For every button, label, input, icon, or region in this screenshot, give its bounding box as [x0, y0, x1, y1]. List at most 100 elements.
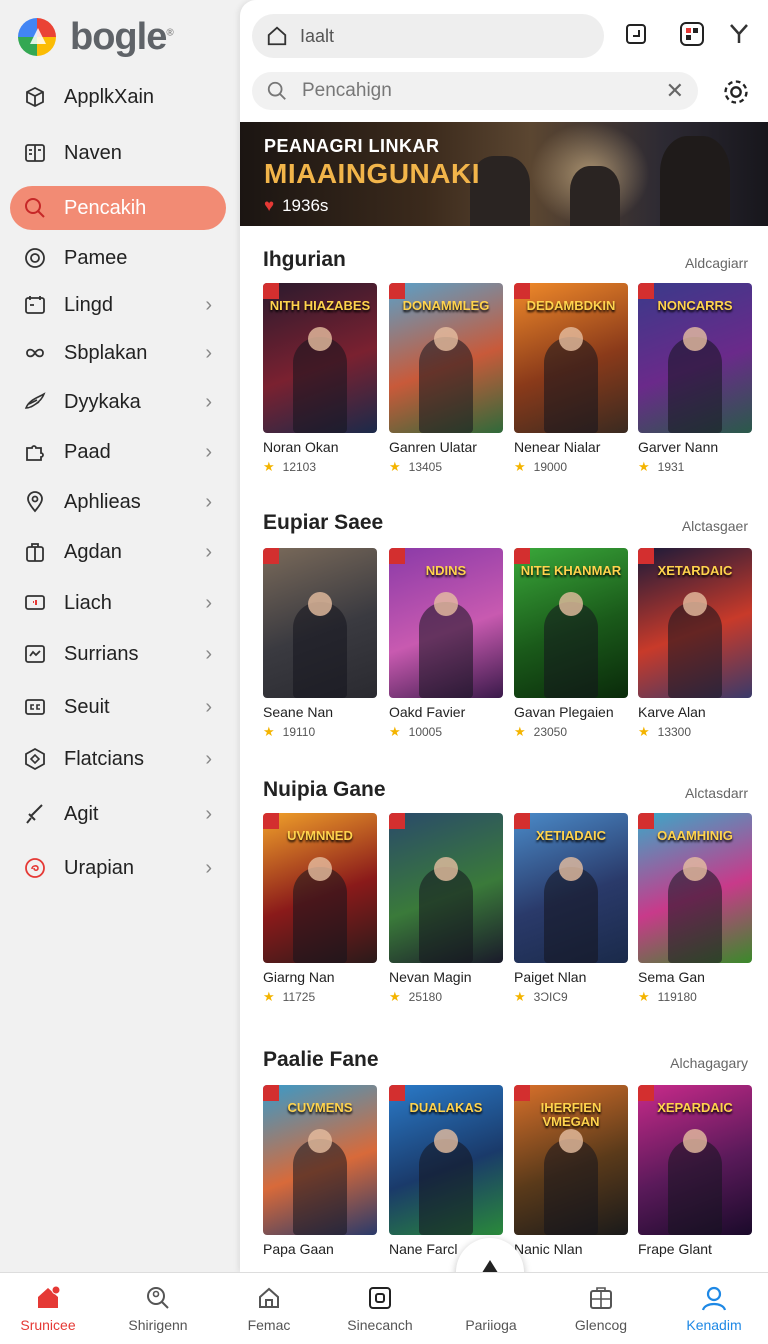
chevron-right-icon: › — [205, 747, 212, 770]
game-card[interactable]: NITH HIAZABES Noran Okan ★ 12103 — [263, 283, 377, 475]
sidebar-item[interactable]: Pamee — [10, 236, 226, 280]
game-card[interactable]: DEDAMBDKIN Nenear Nialar ★ 19000 — [514, 283, 628, 475]
cover-title: IHERFIEN VMEGAN — [540, 1100, 602, 1130]
section-see-all-link[interactable]: Alctasdarr — [685, 785, 748, 801]
game-cover-image — [263, 548, 377, 698]
filter-funnel-icon[interactable] — [725, 20, 753, 48]
nav-item[interactable]: Femac — [214, 1285, 324, 1333]
game-card[interactable]: NONCARRS Garver Nann ★ 1931 — [638, 283, 752, 475]
banner-subtitle: PEANAGRI LINKAR — [264, 136, 440, 156]
star-icon: ★ — [263, 989, 275, 1004]
game-rating: ★ 25180 — [389, 989, 503, 1005]
game-card[interactable]: DONAMMLEG Ganren Ulatar ★ 13405 — [389, 283, 503, 475]
section-see-all-link[interactable]: Aldcagiarr — [685, 255, 748, 271]
sidebar-item[interactable]: Sbplakan › — [10, 331, 226, 375]
cover-hero-figure — [419, 867, 473, 963]
cover-corner-badge — [514, 283, 530, 299]
chart-card-icon — [22, 641, 48, 667]
cover-corner-badge — [638, 813, 654, 829]
sidebar-item[interactable]: Naven — [10, 131, 226, 175]
search-bar[interactable]: Pencahign ✕ — [252, 72, 698, 110]
app-grid-icon[interactable] — [678, 20, 706, 48]
cover-corner-badge — [389, 813, 405, 829]
cover-corner-badge — [514, 1085, 530, 1101]
cover-hero-figure — [544, 867, 598, 963]
featured-banner[interactable]: PEANAGRI LINKAR MIAAINGUNAKI ♥ 1936s — [240, 122, 768, 226]
cover-hero-head — [308, 857, 332, 881]
game-card[interactable]: IHERFIEN VMEGAN Nanic Nlan — [514, 1085, 628, 1257]
game-card[interactable]: XEPARDAIC Frape Glant — [638, 1085, 752, 1257]
sidebar-item[interactable]: Agit › — [10, 792, 226, 836]
sidebar-item[interactable]: Liach › — [10, 581, 226, 625]
cover-hero-head — [434, 327, 458, 351]
sidebar-item[interactable]: Paad › — [10, 430, 226, 474]
nav-item[interactable]: Glencog — [546, 1285, 656, 1333]
sidebar-item[interactable]: Lingd › — [10, 283, 226, 327]
sidebar-item[interactable]: Pencakih — [10, 186, 226, 230]
clear-icon[interactable]: ✕ — [666, 78, 684, 104]
bottom-nav: Srunicee Shirigenn Femac Sinecanch Pariioga G… — [0, 1272, 768, 1344]
sidebar-item[interactable]: Flatcians › — [10, 737, 226, 781]
game-name: Seane Nan — [263, 704, 334, 720]
nav-item-label: Kenadim — [686, 1317, 742, 1333]
star-icon: ★ — [514, 989, 526, 1004]
section-see-all-link[interactable]: Alctasgaer — [682, 518, 748, 534]
rating-value: 13405 — [408, 460, 443, 474]
sidebar-item[interactable]: ApplkXain — [10, 75, 226, 119]
address-bar[interactable]: Iaalt — [252, 14, 604, 58]
cover-hero-figure — [668, 337, 722, 433]
game-card[interactable]: OAAMHINIG Sema Gan ★ 119180 — [638, 813, 752, 1005]
nav-item[interactable]: Sinecanch — [325, 1285, 435, 1333]
game-name: Garver Nann — [638, 439, 719, 455]
game-cover-image: CUVMENS — [263, 1085, 377, 1235]
nav-item[interactable]: Pariioga — [436, 1285, 546, 1333]
game-card[interactable]: Seane Nan ★ 19110 — [263, 548, 377, 740]
nav-item[interactable]: Shirigenn — [103, 1285, 213, 1333]
gear-icon[interactable] — [722, 78, 750, 106]
sidebar-item-label: Liach — [64, 591, 112, 614]
game-cover-image: DEDAMBDKIN — [514, 283, 628, 433]
cover-hero-figure — [293, 337, 347, 433]
sidebar-item-label: Agit — [64, 802, 99, 825]
section-title: Ihgurian — [263, 248, 346, 271]
rating-value: 10005 — [408, 725, 443, 739]
game-card[interactable]: UVMNNED Giarng Nan ★ 11725 — [263, 813, 377, 1005]
search-input[interactable]: Pencahign — [302, 80, 392, 102]
cover-hero-head — [683, 327, 707, 351]
cover-title: XEPARDAIC — [657, 1100, 733, 1115]
cover-corner-badge — [638, 1085, 654, 1101]
sidebar-item[interactable]: Urapian › — [10, 846, 226, 890]
game-card[interactable]: XETIADAIC Paiget Nlan ★ 3ƆIC9 — [514, 813, 628, 1005]
logo-icon — [18, 18, 56, 56]
sidebar-item[interactable]: Seuit › — [10, 685, 226, 729]
logo[interactable]: bogle® — [18, 15, 174, 58]
nav-item[interactable]: Kenadim — [659, 1285, 768, 1333]
game-card[interactable]: Nevan Magin ★ 25180 — [389, 813, 503, 1005]
star-icon: ★ — [263, 459, 275, 474]
caption-icon — [22, 694, 48, 720]
infinity-icon — [22, 340, 48, 366]
game-card[interactable]: CUVMENS Papa Gaan — [263, 1085, 377, 1257]
section-see-all-link[interactable]: Alchagagary — [670, 1055, 748, 1071]
game-name: Nanic Nlan — [514, 1241, 583, 1257]
game-name: Gavan Plegaien — [514, 704, 614, 720]
cover-hero-figure — [419, 602, 473, 698]
cover-title: DEDAMBDKIN — [526, 298, 616, 313]
edit-window-icon[interactable] — [622, 20, 650, 48]
game-card[interactable]: XETARDAIC Karve Alan ★ 13300 — [638, 548, 752, 740]
logo-text-value: bogle — [70, 15, 167, 58]
banner-figure — [660, 136, 730, 226]
sidebar-item[interactable]: Dyykaka › — [10, 380, 226, 424]
chevron-right-icon: › — [205, 591, 212, 614]
sidebar-item[interactable]: Agdan › — [10, 530, 226, 574]
sidebar-item-label: Naven — [64, 141, 122, 164]
cover-title: OAAMHINIG — [657, 828, 733, 843]
game-card[interactable]: NDINS Oakd Favier ★ 10005 — [389, 548, 503, 740]
cover-hero-head — [308, 592, 332, 616]
game-card[interactable]: NITE KHANMAR Gavan Plegaien ★ 23050 — [514, 548, 628, 740]
sidebar-item[interactable]: Aphlieas › — [10, 480, 226, 524]
game-card[interactable]: DUALAKAS Nane Farcl — [389, 1085, 503, 1257]
nav-item[interactable]: Srunicee — [0, 1285, 103, 1333]
sidebar-item[interactable]: Surrians › — [10, 632, 226, 676]
game-cover-image: NDINS — [389, 548, 503, 698]
